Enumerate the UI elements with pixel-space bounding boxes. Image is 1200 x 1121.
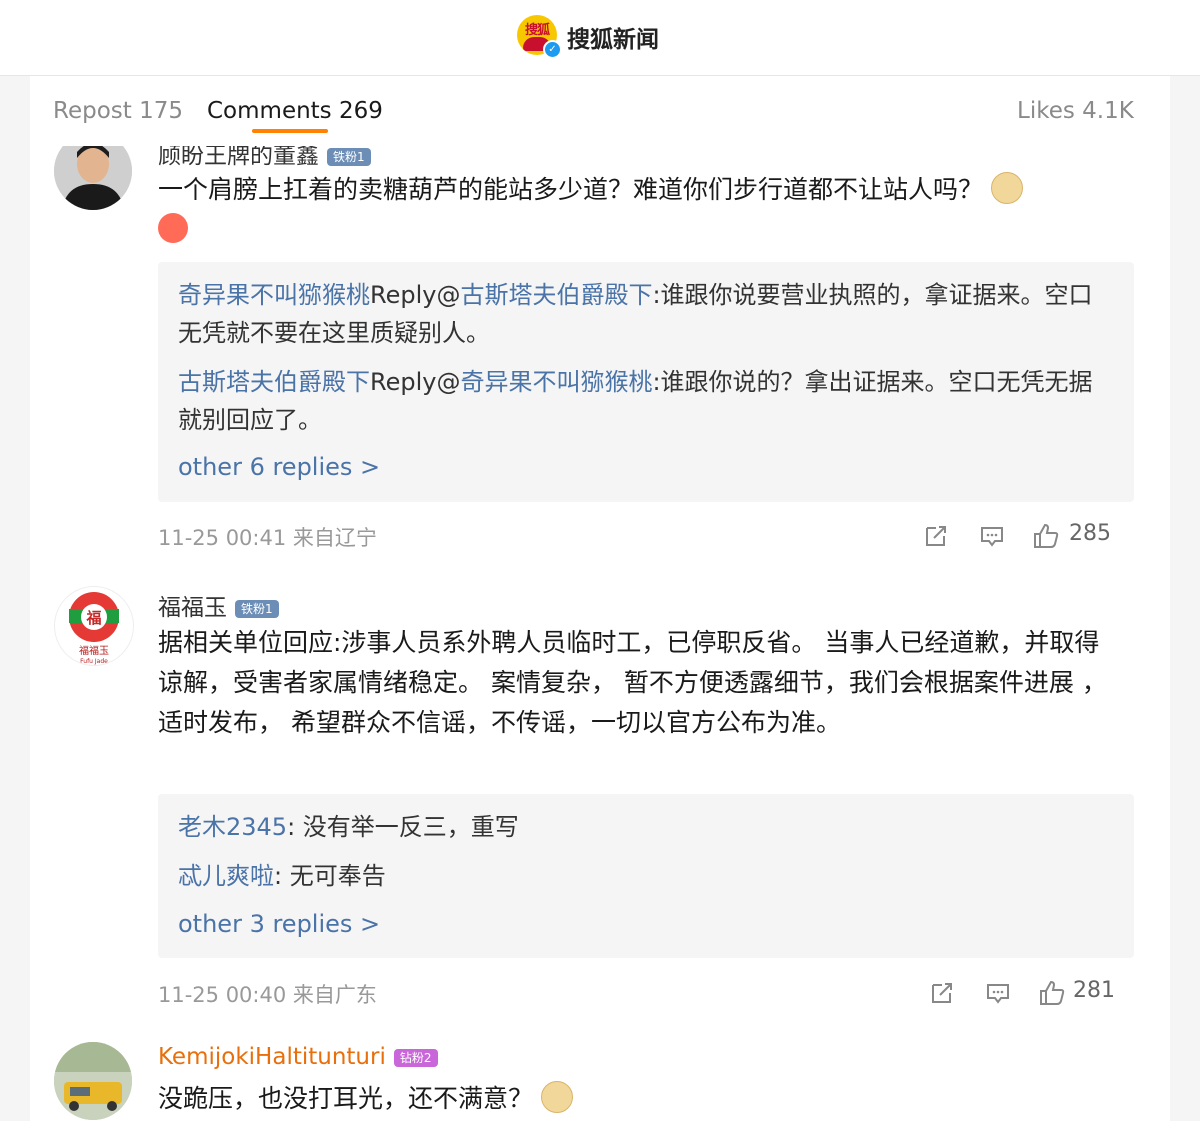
tab-repost[interactable]: Repost 175 (53, 98, 183, 124)
comment-body: 据相关单位回应:涉事人员系外聘人员临时工，已停职反省。 当事人已经道歉，并取得谅… (158, 628, 1107, 737)
reply-text: : 无可奉告 (274, 862, 386, 890)
avatar[interactable] (54, 146, 132, 210)
username-text[interactable]: 顾盼王牌的董鑫 (158, 146, 319, 169)
reply-item[interactable]: 老木2345: 没有举一反三，重写 (178, 808, 1108, 846)
comment-username[interactable]: KemijokiHaltitunturi 钻粉2 (158, 1044, 438, 1070)
doge-icon (990, 172, 1023, 204)
comment-actions: 285 (922, 521, 1134, 552)
avatar-subcaption: Fufu Jade (80, 658, 108, 665)
like-icon[interactable] (1032, 522, 1060, 550)
reply-author[interactable]: 老木2345 (178, 813, 287, 841)
reply-keyword: Reply@ (370, 368, 461, 396)
reply-target[interactable]: 奇异果不叫猕猴桃 (460, 368, 652, 396)
repost-icon[interactable] (922, 522, 950, 550)
tabs-card: Repost 175 Comments 269 Likes 4.1K (30, 76, 1170, 147)
like-icon[interactable] (1038, 979, 1066, 1007)
svg-text:福: 福 (85, 609, 101, 627)
fan-badge: 铁粉1 (235, 599, 279, 618)
comment-body: 一个肩膀上扛着的卖糖葫芦的能站多少道？难道你们步行道都不让站人吗？ (158, 175, 984, 204)
username-text[interactable]: KemijokiHaltitunturi (158, 1044, 386, 1070)
reply-item[interactable]: 古斯塔夫伯爵殿下Reply@奇异果不叫猕猴桃:谁跟你说的？拿出证据来。空口无凭无… (178, 363, 1108, 439)
comments-card: 顾盼王牌的董鑫 铁粉1 一个肩膀上扛着的卖糖葫芦的能站多少道？难道你们步行道都不让… (30, 146, 1170, 1121)
reply-item[interactable]: 忒儿爽啦: 无可奉告 (178, 857, 1108, 895)
reply-box: 老木2345: 没有举一反三，重写 忒儿爽啦: 无可奉告 other 3 rep… (158, 794, 1134, 958)
fan-badge: 铁粉1 (327, 147, 371, 166)
fufuyu-logo-icon: 福 福福玉 Fufu Jade (69, 592, 119, 665)
active-tab-indicator (252, 129, 328, 133)
username-text[interactable]: 福福玉 (158, 595, 227, 621)
reply-author[interactable]: 奇异果不叫猕猴桃 (178, 281, 370, 309)
reply-author[interactable]: 古斯塔夫伯爵殿下 (178, 368, 370, 396)
reply-target[interactable]: 古斯塔夫伯爵殿下 (460, 281, 652, 309)
account-title[interactable]: 搜狐新闻 (567, 20, 659, 54)
like-count: 281 (1073, 978, 1115, 1003)
comment-username[interactable]: 顾盼王牌的董鑫 铁粉1 (158, 146, 371, 170)
more-replies-link[interactable]: other 6 replies > (178, 453, 380, 481)
reply-text: : 没有举一反三，重写 (287, 813, 519, 841)
comment-icon[interactable] (978, 522, 1006, 550)
like-count: 285 (1069, 521, 1111, 546)
comment-text: 没跪压，也没打耳光，还不满意？ (158, 1079, 1118, 1119)
reply-item[interactable]: 奇异果不叫猕猴桃Reply@古斯塔夫伯爵殿下:谁跟你说要营业执照的，拿证据来。空… (178, 276, 1108, 352)
comment-username[interactable]: 福福玉 铁粉1 (158, 588, 279, 622)
reply-author[interactable]: 忒儿爽啦 (178, 862, 274, 890)
avatar-photo (54, 146, 132, 210)
avatar-caption: 福福玉 (79, 644, 109, 657)
avatar[interactable] (54, 1042, 132, 1120)
fan-badge: 钻粉2 (393, 1048, 438, 1067)
comment-text: 据相关单位回应:涉事人员系外聘人员临时工，已停职反省。 当事人已经道歉，并取得谅… (158, 623, 1118, 743)
tab-comments[interactable]: Comments 269 (207, 98, 383, 124)
comment-icon[interactable] (984, 979, 1012, 1007)
app-header: 搜狐 ✓ 搜狐新闻 (0, 0, 1200, 76)
avatar-photo (54, 1042, 132, 1120)
reply-box: 奇异果不叫猕猴桃Reply@古斯塔夫伯爵殿下:谁跟你说要营业执照的，拿证据来。空… (158, 262, 1134, 502)
comment-actions: 281 (928, 978, 1134, 1009)
avatar[interactable]: 福 福福玉 Fufu Jade (54, 586, 134, 666)
comment-body: 没跪压，也没打耳光，还不满意？ (158, 1084, 534, 1113)
tabs-bar: Repost 175 Comments 269 Likes 4.1K (0, 76, 1200, 147)
reply-keyword: Reply@ (370, 281, 461, 309)
comment-timestamp: 11-25 00:40 来自广东 (158, 983, 377, 1007)
angry-icon (158, 213, 188, 243)
comment-text: 一个肩膀上扛着的卖糖葫芦的能站多少道？难道你们步行道都不让站人吗？ (158, 170, 1118, 250)
comments-area: 顾盼王牌的董鑫 铁粉1 一个肩膀上扛着的卖糖葫芦的能站多少道？难道你们步行道都不让… (0, 146, 1200, 1121)
comment-timestamp: 11-25 00:41 来自辽宁 (158, 526, 377, 550)
verified-check-icon: ✓ (543, 40, 562, 59)
more-replies-link[interactable]: other 3 replies > (178, 910, 380, 938)
repost-icon[interactable] (928, 979, 956, 1007)
logo-text: 搜狐 (524, 23, 550, 38)
tab-likes[interactable]: Likes 4.1K (1017, 98, 1134, 124)
doge-icon (540, 1081, 573, 1113)
